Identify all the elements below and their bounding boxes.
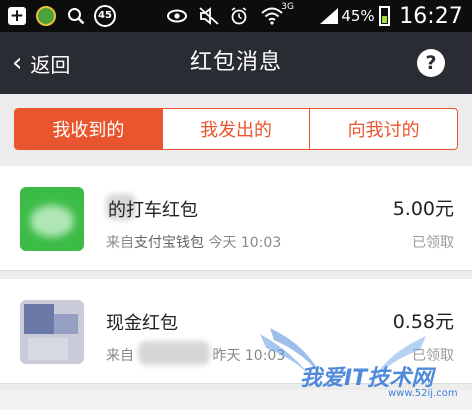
tab-requested[interactable]: 向我讨的 [309,109,457,149]
red-packet-list: 的打车红包 来自支付宝钱包 今天 10:03 5.00元 已领取 现金红包 来自… [0,166,472,384]
back-label: 返回 [30,52,71,77]
list-item[interactable]: 现金红包 来自 昨天 10:03 0.58元 已领取 [0,279,472,384]
item-subtitle: 来自 昨天 10:03 [106,345,285,365]
item-title: 的打车红包 [108,200,198,221]
source-prefix: 来自 [106,235,134,251]
network-type-label: 3G [281,2,294,12]
item-amount: 0.58元 [392,311,454,333]
item-time: 昨天 10:03 [212,348,286,364]
item-time: 今天 10:03 [208,235,282,251]
status-bar: + 45 3G 45% 16:27 [0,0,472,32]
battery-icon [376,0,392,32]
avatar [20,300,84,364]
help-button[interactable]: ? [417,49,445,77]
wifi-icon: 3G [256,0,294,32]
tab-received[interactable]: 我收到的 [15,109,162,149]
battery-percent: 45% [341,7,375,25]
number-badge-icon: 45 [92,0,118,32]
app-notification-icon [34,0,58,32]
tab-sent[interactable]: 我发出的 [161,109,310,149]
page-title: 红包消息 [189,50,282,75]
clock-time: 16:27 [399,3,463,29]
item-amount: 5.00元 [392,198,454,220]
source-name: 支付宝钱包 [134,235,204,251]
signal-icon [318,0,340,32]
item-title: 现金红包 [106,313,178,334]
message-tabs: 我收到的 我发出的 向我讨的 [14,108,458,150]
title-bar: 红包消息 ‹ 返回 ? [0,32,472,94]
item-subtitle: 来自支付宝钱包 今天 10:03 [106,232,281,252]
list-item[interactable]: 的打车红包 来自支付宝钱包 今天 10:03 5.00元 已领取 [0,166,472,271]
add-notification-icon: + [8,6,26,26]
avatar [20,187,84,251]
mute-icon [196,0,222,32]
alarm-icon [228,0,250,32]
chevron-left-icon: ‹ [12,48,23,78]
back-button[interactable]: ‹ 返回 [12,32,70,94]
item-status: 已领取 [412,235,454,251]
list-footer [0,390,472,410]
search-icon [64,0,88,32]
item-status: 已领取 [412,348,454,364]
source-prefix: 来自 [106,348,134,364]
eye-icon [164,0,190,32]
